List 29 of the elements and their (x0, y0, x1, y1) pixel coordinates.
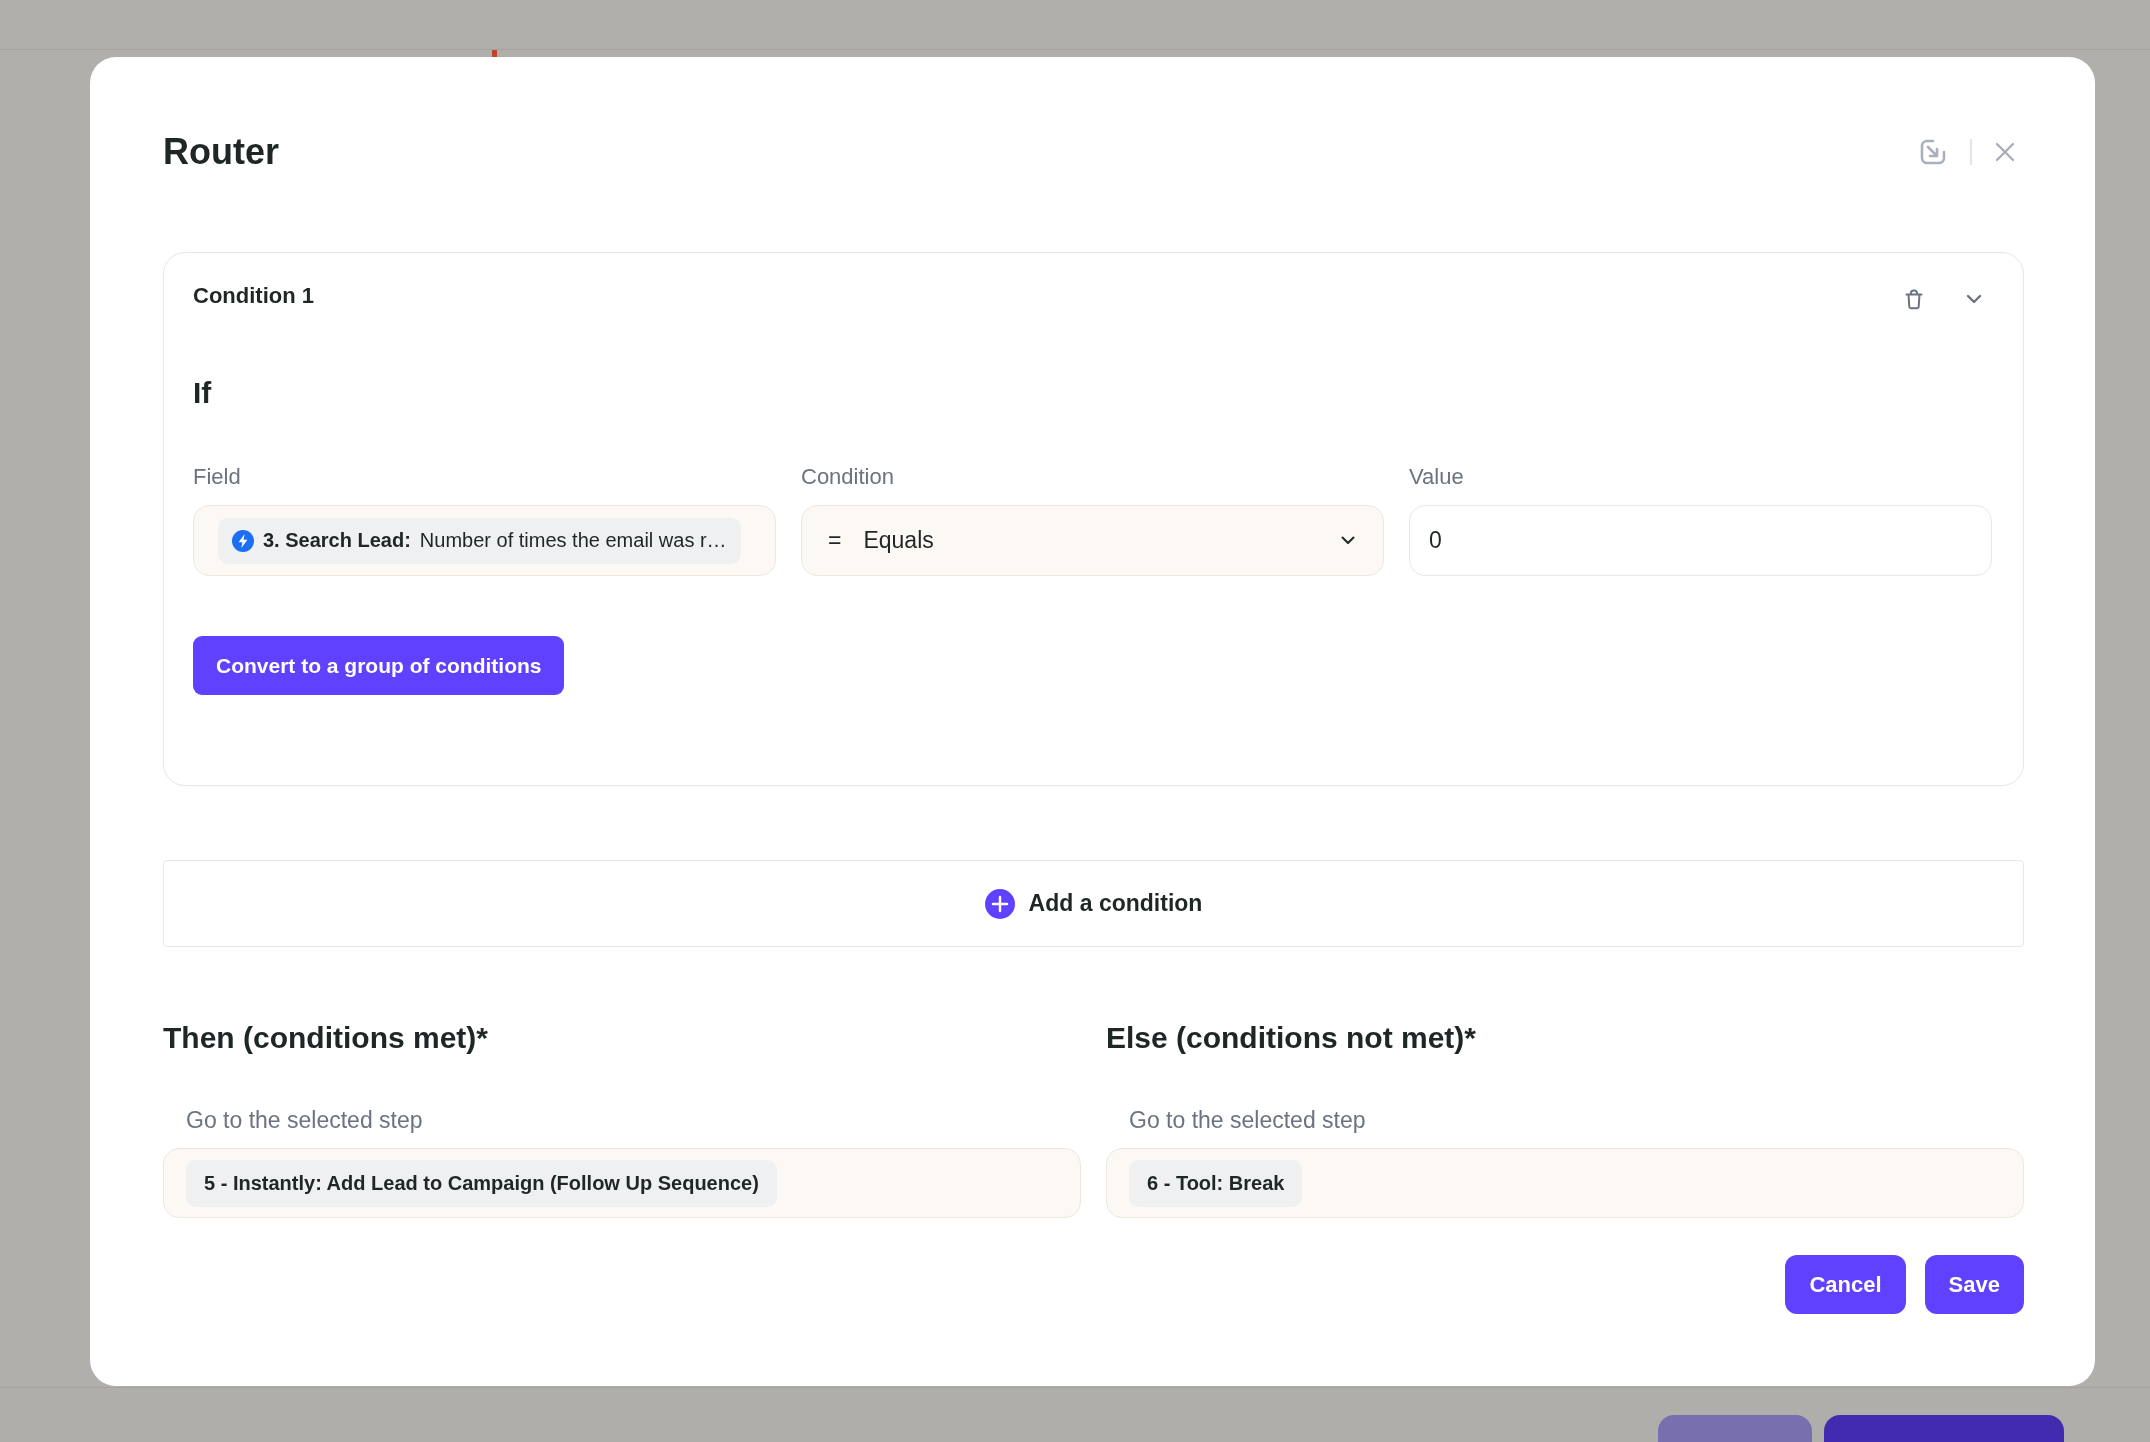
step-select[interactable]: 6 - Tool: Break (1106, 1148, 2024, 1218)
condition-title: Condition 1 (193, 282, 314, 310)
branch-title: Then (conditions met)* (163, 1020, 489, 1056)
select-value: Equals (863, 527, 934, 554)
trash-icon[interactable] (1905, 288, 1923, 310)
operator-symbol: = (828, 527, 842, 554)
chevron-down-icon (1341, 536, 1355, 545)
step-token[interactable]: 5 - Instantly: Add Lead to Campaign (Follow Up Sequence) (186, 1159, 777, 1207)
cancel-button[interactable]: Cancel (1785, 1255, 1906, 1314)
field-label: Go to the selected step (1128, 1106, 1367, 1134)
plus-circle-icon (984, 888, 1015, 919)
condition-select[interactable]: = Equals (801, 505, 1384, 576)
field-label: Condition (801, 463, 895, 491)
add-condition-button[interactable]: Add a condition (163, 860, 2024, 947)
save-button[interactable]: Save (1924, 1255, 2024, 1314)
field-label: Go to the selected step (185, 1106, 424, 1134)
field-input[interactable]: 3. Search Lead: Number of times the email was r… (193, 505, 776, 576)
dialog-title: Router (163, 130, 279, 174)
value-input[interactable]: 0 (1409, 505, 1992, 576)
step-token[interactable]: 3. Search Lead: Number of times the email was r… (218, 517, 741, 564)
field-label: Field (193, 463, 242, 491)
step-token[interactable]: 6 - Tool: Break (1129, 1159, 1303, 1207)
if-heading: If (193, 377, 213, 409)
lightning-icon (232, 529, 254, 552)
chevron-down-icon[interactable] (1966, 294, 1982, 304)
convert-button[interactable]: Convert to a group of conditions (193, 636, 565, 695)
field-label: Value (1409, 463, 1465, 491)
branch-title: Else (conditions not met)* (1106, 1020, 1478, 1056)
step-select[interactable]: 5 - Instantly: Add Lead to Campaign (Follow Up Sequence) (163, 1148, 1081, 1218)
